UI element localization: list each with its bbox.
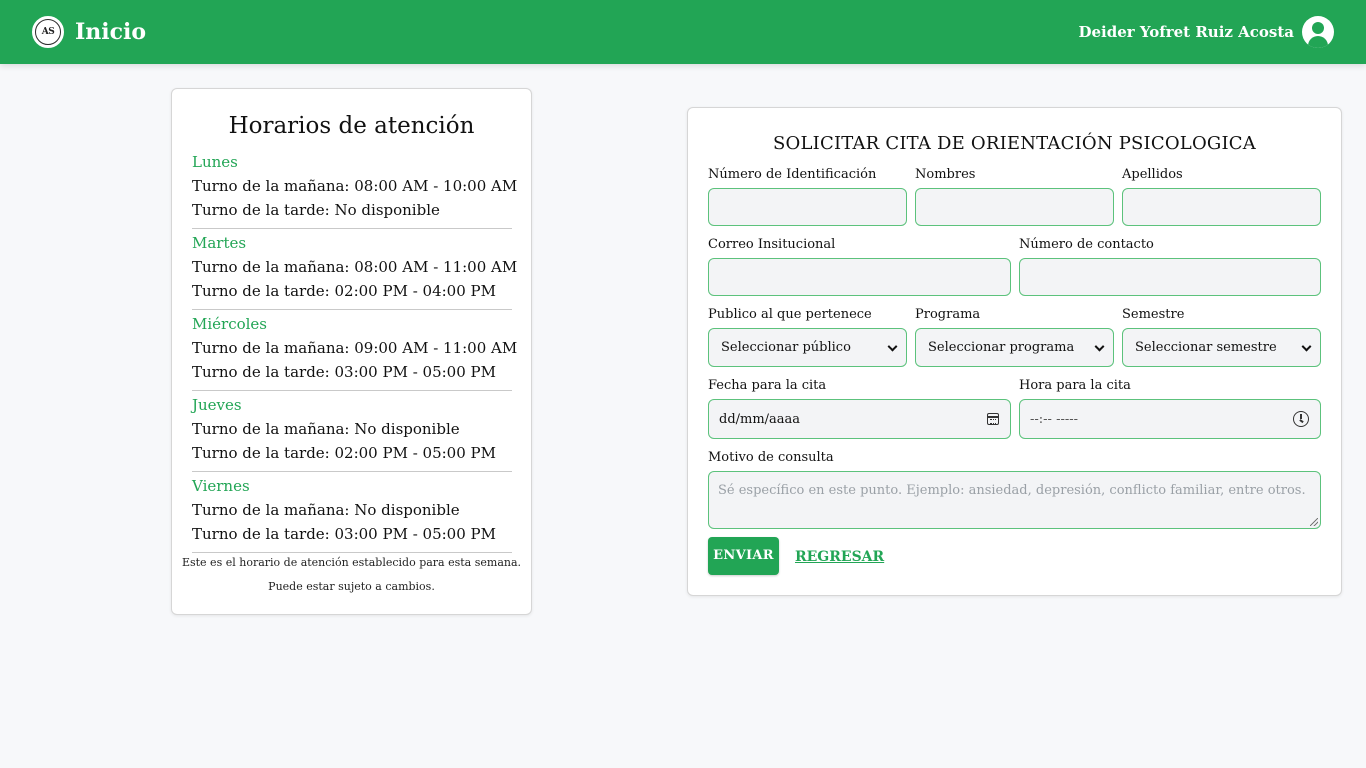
audience-select[interactable]: Seleccionar público	[708, 328, 907, 367]
form-title: SOLICITAR CITA DE ORIENTACIÓN PSICOLOGIC…	[773, 133, 1256, 154]
morning-shift: Turno de la mañana: 08:00 AM - 11:00 AM	[192, 258, 518, 276]
day-block-viernes: Viernes Turno de la mañana: No disponibl…	[192, 476, 512, 553]
time-label: Hora para la cita	[1019, 378, 1131, 393]
top-navbar: AS Inicio Deider Yofret Ruiz Acosta	[0, 0, 1366, 64]
semester-label: Semestre	[1122, 307, 1185, 322]
program-select[interactable]: Seleccionar programa	[915, 328, 1114, 367]
date-label: Fecha para la cita	[708, 378, 827, 393]
clock-icon[interactable]	[1293, 411, 1309, 427]
user-avatar-icon[interactable]	[1302, 16, 1334, 48]
audience-select-value: Seleccionar público	[721, 340, 851, 355]
day-name: Lunes	[192, 153, 238, 171]
last-names-label: Apellidos	[1122, 167, 1183, 182]
schedule-note-secondary: Puede estar sujeto a cambios.	[268, 580, 435, 593]
email-input[interactable]	[708, 258, 1011, 296]
avatar-shoulders	[1308, 36, 1328, 48]
day-name: Jueves	[192, 396, 242, 414]
page-title[interactable]: Inicio	[75, 17, 146, 47]
day-name: Martes	[192, 234, 247, 252]
date-placeholder: dd/mm/aaaa	[719, 411, 801, 427]
submit-button[interactable]: ENVIAR	[708, 537, 779, 575]
morning-shift: Turno de la mañana: 09:00 AM - 11:00 AM	[192, 339, 518, 357]
chevron-down-icon	[1301, 341, 1312, 352]
first-names-label: Nombres	[915, 167, 976, 182]
resize-grip-icon[interactable]	[1310, 518, 1318, 526]
reason-textarea[interactable]: Sé específico en este punto. Ejemplo: an…	[708, 471, 1321, 529]
calendar-icon[interactable]	[987, 413, 999, 425]
last-names-input[interactable]	[1122, 188, 1321, 226]
schedule-title: Horarios de atención	[228, 113, 475, 139]
audience-label: Publico al que pertenece	[708, 307, 872, 322]
schedule-card: Horarios de atención Lunes Turno de la m…	[171, 88, 532, 615]
logo-mark: AS	[35, 19, 61, 45]
time-input[interactable]: --:-- -----	[1019, 399, 1321, 439]
afternoon-shift: Turno de la tarde: 02:00 PM - 04:00 PM	[192, 282, 496, 300]
day-block-lunes: Lunes Turno de la mañana: 08:00 AM - 10:…	[192, 152, 517, 229]
back-link[interactable]: REGRESAR	[795, 547, 884, 567]
day-block-martes: Martes Turno de la mañana: 08:00 AM - 11…	[192, 233, 517, 310]
avatar-head	[1312, 22, 1324, 34]
program-label: Programa	[915, 307, 981, 322]
phone-input[interactable]	[1019, 258, 1321, 296]
afternoon-shift: Turno de la tarde: 03:00 PM - 05:00 PM	[192, 363, 496, 381]
afternoon-shift: Turno de la tarde: 03:00 PM - 05:00 PM	[192, 525, 496, 543]
id-number-input[interactable]	[708, 188, 907, 226]
afternoon-shift: Turno de la tarde: 02:00 PM - 05:00 PM	[192, 444, 496, 462]
day-name: Miércoles	[192, 315, 268, 333]
first-names-input[interactable]	[915, 188, 1114, 226]
logo-icon[interactable]: AS	[32, 16, 64, 48]
time-placeholder: --:-- -----	[1030, 411, 1079, 427]
day-block-miercoles: Miércoles Turno de la mañana: 09:00 AM -…	[192, 314, 517, 391]
semester-select-value: Seleccionar semestre	[1135, 340, 1277, 355]
program-select-value: Seleccionar programa	[928, 340, 1075, 355]
chevron-down-icon	[1094, 341, 1105, 352]
phone-label: Número de contacto	[1019, 237, 1154, 252]
morning-shift: Turno de la mañana: No disponible	[192, 420, 460, 438]
appointment-form-card: SOLICITAR CITA DE ORIENTACIÓN PSICOLOGIC…	[687, 107, 1342, 596]
email-label: Correo Insitucional	[708, 237, 836, 252]
morning-shift: Turno de la mañana: 08:00 AM - 10:00 AM	[192, 177, 518, 195]
morning-shift: Turno de la mañana: No disponible	[192, 501, 460, 519]
id-number-label: Número de Identificación	[708, 167, 877, 182]
schedule-note: Este es el horario de atención estableci…	[181, 556, 522, 569]
user-name[interactable]: Deider Yofret Ruiz Acosta	[1078, 21, 1294, 43]
reason-label: Motivo de consulta	[708, 450, 834, 465]
date-input[interactable]: dd/mm/aaaa	[708, 399, 1011, 439]
day-name: Viernes	[192, 477, 250, 495]
day-block-jueves: Jueves Turno de la mañana: No disponible…	[192, 395, 512, 472]
afternoon-shift: Turno de la tarde: No disponible	[192, 201, 440, 219]
reason-placeholder: Sé específico en este punto. Ejemplo: an…	[718, 483, 1306, 498]
semester-select[interactable]: Seleccionar semestre	[1122, 328, 1321, 367]
chevron-down-icon	[887, 341, 898, 352]
